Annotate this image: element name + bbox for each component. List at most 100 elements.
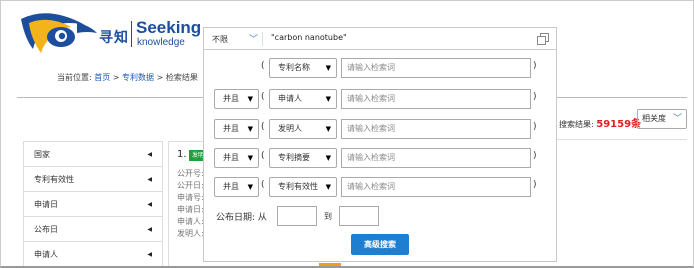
- breadcrumb-home-link[interactable]: 首页: [94, 73, 110, 82]
- sidebar-item-label: 申请人: [34, 250, 58, 259]
- operator-select[interactable]: 并且 ▼: [214, 148, 259, 168]
- close-paren: ): [533, 92, 537, 102]
- logo-subtitle: knowledge: [137, 37, 185, 48]
- close-paren: ): [533, 151, 537, 161]
- sidebar-item-label: 申请日: [34, 200, 58, 209]
- operator-select[interactable]: 并且 ▼: [214, 119, 259, 139]
- caret-left-icon: ◀: [147, 201, 152, 208]
- breadcrumb-current: 检索结果: [165, 73, 198, 82]
- caret-down-icon: ▼: [247, 183, 253, 191]
- keyword-input[interactable]: 请输入检索词: [341, 148, 531, 168]
- sort-select[interactable]: 相关度 ﹀: [637, 109, 687, 129]
- keyword-input[interactable]: 请输入检索词: [341, 177, 531, 197]
- breadcrumb-section-link[interactable]: 专利数据: [122, 73, 154, 82]
- sidebar-item-label: 专利有效性: [34, 175, 74, 184]
- sidebar-item-application-date[interactable]: 申请日 ◀: [24, 192, 162, 217]
- close-paren: ): [533, 122, 537, 132]
- logo[interactable]: 寻知 Seeking knowledge: [19, 9, 201, 55]
- caret-down-icon: ▼: [247, 125, 253, 133]
- date-from-input[interactable]: [277, 206, 317, 226]
- date-to-input[interactable]: [339, 206, 379, 226]
- open-paren: (: [261, 151, 265, 161]
- operator-label: 并且: [223, 124, 239, 133]
- search-scope-select[interactable]: 不限: [212, 34, 228, 45]
- chevron-down-icon: ﹀: [672, 114, 682, 124]
- sidebar-item-label: 国家: [34, 150, 50, 159]
- caret-left-icon: ◀: [147, 176, 152, 183]
- result-count: 59159条: [596, 119, 642, 130]
- field-select-label: 专利有效性: [278, 182, 318, 191]
- field-select-label: 专利摘要: [278, 153, 310, 162]
- date-range-label: 公布日期: 从: [216, 210, 267, 223]
- page-frame: 寻知 Seeking knowledge 当前位置: 首页 > 专利数据 > 检…: [0, 0, 694, 268]
- advanced-row: 并且 ▼ ( 专利有效性 ▼ 请输入检索词 ): [204, 177, 558, 197]
- divider: [557, 139, 687, 140]
- result-count-label: 搜索结果: 59159条: [559, 115, 641, 130]
- advanced-row: 并且 ▼ ( 专利摘要 ▼ 请输入检索词 ): [204, 148, 558, 168]
- breadcrumb: 当前位置: 首页 > 专利数据 > 检索结果: [57, 72, 198, 83]
- field-select-label: 专利名称: [278, 63, 310, 72]
- divider: [557, 97, 687, 98]
- operator-label: 并且: [223, 94, 239, 103]
- copy-icon[interactable]: [537, 33, 549, 45]
- open-paren: (: [261, 122, 265, 132]
- caret-left-icon: ◀: [147, 251, 152, 258]
- sidebar-item-applicant[interactable]: 申请人 ◀: [24, 242, 162, 266]
- pagination-indicator: [319, 263, 341, 266]
- divider: [262, 32, 263, 46]
- close-paren: ): [533, 180, 537, 190]
- breadcrumb-separator: >: [112, 73, 120, 82]
- date-from-text: 从: [257, 213, 267, 223]
- field-select-label: 发明人: [278, 124, 302, 133]
- operator-select[interactable]: 并且 ▼: [214, 177, 259, 197]
- advanced-search-button[interactable]: 高级搜索: [351, 234, 409, 255]
- caret-left-icon: ◀: [147, 151, 152, 158]
- filter-sidebar: 国家 ◀ 专利有效性 ◀ 申请日 ◀ 公布日 ◀ 申请人 ◀: [23, 141, 163, 266]
- eye-logo-icon: [21, 13, 97, 53]
- logo-chinese-text: 寻知: [99, 30, 129, 46]
- field-select[interactable]: 专利摘要 ▼: [269, 148, 337, 168]
- keyword-input[interactable]: 请输入检索词: [341, 119, 531, 139]
- advanced-row: 并且 ▼ ( 发明人 ▼ 请输入检索词 ): [204, 119, 558, 139]
- breadcrumb-separator: >: [156, 73, 164, 82]
- keyword-input[interactable]: 请输入检索词: [341, 89, 531, 109]
- logo-title: Seeking: [136, 18, 202, 37]
- sidebar-item-publication-date[interactable]: 公布日 ◀: [24, 217, 162, 242]
- advanced-row: ( 专利名称 ▼ 请输入检索词 ): [204, 58, 558, 78]
- search-bar: 不限 ﹀ "carbon nanotube": [203, 27, 557, 50]
- open-paren: (: [261, 61, 265, 71]
- sidebar-item-validity[interactable]: 专利有效性 ◀: [24, 167, 162, 192]
- caret-down-icon: ▼: [247, 154, 253, 162]
- advanced-search-panel: ( 专利名称 ▼ 请输入检索词 ) 并且 ▼ ( 申请人 ▼ 请输入检索词 ) …: [203, 50, 557, 262]
- operator-select[interactable]: 并且 ▼: [214, 89, 259, 109]
- date-to-text: 到: [324, 212, 332, 221]
- logo-separator: [131, 21, 132, 47]
- field-select-label: 申请人: [278, 94, 302, 103]
- caret-left-icon: ◀: [147, 226, 152, 233]
- close-paren: ): [533, 61, 537, 71]
- caret-down-icon: ▼: [325, 95, 331, 103]
- field-select[interactable]: 申请人 ▼: [269, 89, 337, 109]
- date-label-text: 公布日期:: [216, 213, 256, 223]
- chevron-down-icon[interactable]: ﹀: [249, 32, 258, 45]
- open-paren: (: [261, 92, 265, 102]
- result-number: 1.: [177, 149, 187, 160]
- search-input[interactable]: "carbon nanotube": [271, 33, 347, 42]
- field-select[interactable]: 专利名称 ▼: [269, 58, 337, 78]
- caret-down-icon: ▼: [325, 154, 331, 162]
- caret-down-icon: ▼: [247, 95, 253, 103]
- field-select[interactable]: 发明人 ▼: [269, 119, 337, 139]
- field-select[interactable]: 专利有效性 ▼: [269, 177, 337, 197]
- sidebar-item-country[interactable]: 国家 ◀: [24, 142, 162, 167]
- operator-label: 并且: [223, 153, 239, 162]
- caret-down-icon: ▼: [325, 125, 331, 133]
- result-card[interactable]: 1. 发明 公开号: 公开日: 申请号: 申请日: 申请人: 发明人:: [168, 141, 209, 266]
- result-label: 搜索结果:: [559, 120, 594, 129]
- sidebar-item-label: 公布日: [34, 225, 58, 234]
- divider: [17, 97, 205, 98]
- caret-down-icon: ▼: [325, 64, 331, 72]
- open-paren: (: [261, 180, 265, 190]
- breadcrumb-prefix: 当前位置:: [57, 73, 92, 82]
- keyword-input[interactable]: 请输入检索词: [341, 58, 531, 78]
- sort-label: 相关度: [642, 114, 666, 123]
